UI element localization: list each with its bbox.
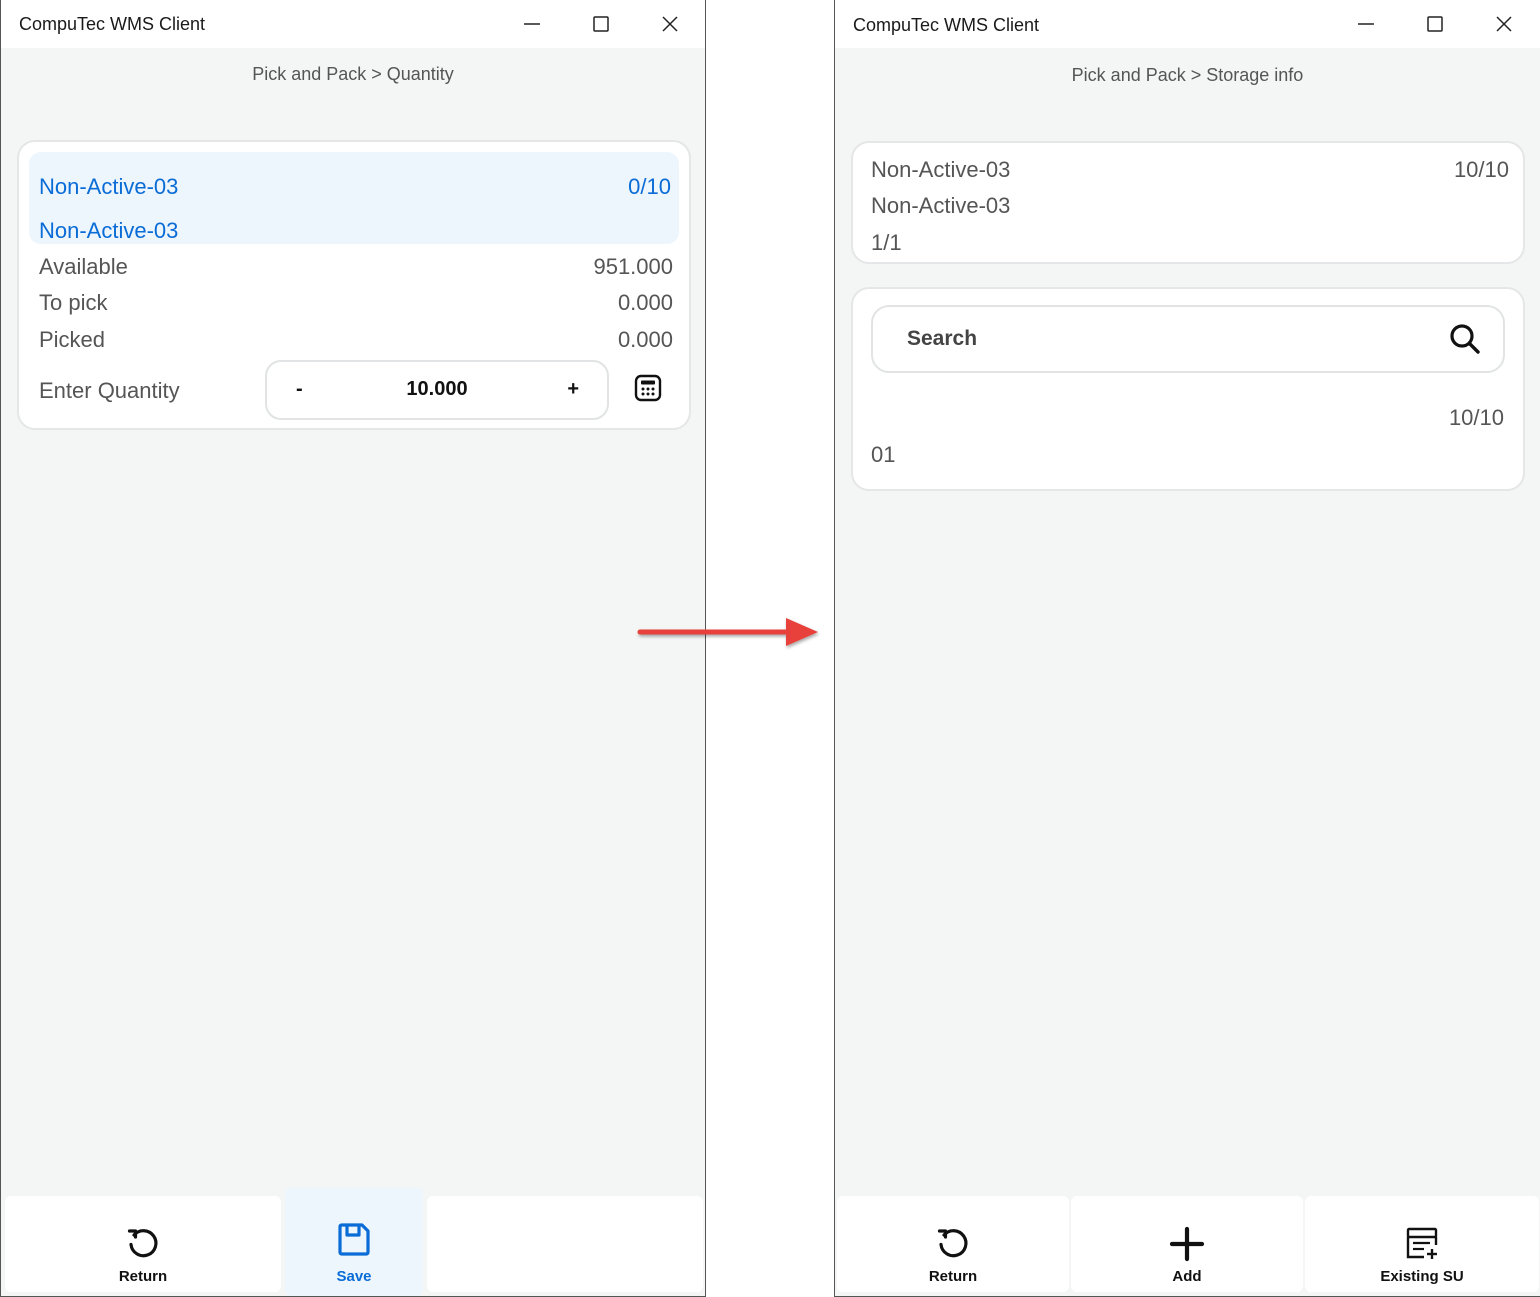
transition-arrow-icon bbox=[637, 618, 818, 646]
search-input[interactable]: Search bbox=[871, 305, 1505, 373]
return-label: Return bbox=[928, 1268, 978, 1285]
return-icon bbox=[937, 1229, 968, 1258]
item-page: 1/1 bbox=[871, 230, 902, 255]
plus-icon bbox=[1169, 1226, 1205, 1262]
return-button[interactable]: Return bbox=[5, 1196, 281, 1292]
item-header[interactable]: Non-Active-03 0/10 Non-Active-03 bbox=[29, 152, 679, 244]
return-icon bbox=[127, 1229, 158, 1258]
save-label: Save bbox=[336, 1268, 372, 1285]
item-counter: 10/10 bbox=[1453, 157, 1509, 182]
item-quantity-card: Non-Active-03 0/10 Non-Active-03 Availab… bbox=[17, 140, 691, 430]
available-label: Available bbox=[39, 254, 128, 279]
search-placeholder: Search bbox=[907, 327, 978, 350]
bottom-toolbar: Return Save bbox=[1, 1188, 705, 1296]
save-button[interactable]: Save bbox=[285, 1188, 423, 1296]
empty-toolbar-slot bbox=[427, 1196, 703, 1292]
increment-button[interactable]: + bbox=[567, 378, 579, 401]
window-title: CompuTec WMS Client bbox=[853, 15, 1040, 35]
breadcrumb: Pick and Pack > Quantity bbox=[252, 64, 454, 84]
return-label: Return bbox=[118, 1268, 168, 1285]
save-icon bbox=[338, 1223, 370, 1256]
add-label: Add bbox=[1172, 1268, 1202, 1285]
minimize-icon bbox=[1358, 23, 1374, 25]
storage-counter: 10/10 bbox=[1448, 405, 1504, 430]
close-icon bbox=[1496, 16, 1512, 32]
close-button[interactable] bbox=[1489, 10, 1519, 38]
available-value: 951.000 bbox=[593, 254, 673, 279]
maximize-button[interactable] bbox=[1420, 10, 1450, 38]
item-name: Non-Active-03 bbox=[871, 193, 1011, 218]
title-bar: CompuTec WMS Client bbox=[1, 0, 705, 48]
picked-label: Picked bbox=[39, 327, 106, 352]
item-summary-card[interactable]: Non-Active-03 10/10 Non-Active-03 1/1 bbox=[851, 141, 1525, 264]
storage-card: Search 10/10 01 bbox=[851, 287, 1525, 491]
add-button[interactable]: Add bbox=[1071, 1196, 1303, 1292]
minimize-icon bbox=[524, 23, 540, 25]
storage-info-window: CompuTec WMS Client Pick and Pack > Stor… bbox=[834, 0, 1540, 1297]
window-title: CompuTec WMS Client bbox=[19, 14, 206, 34]
return-button[interactable]: Return bbox=[837, 1196, 1069, 1292]
quantity-window: CompuTec WMS Client Pick and Pack > Quan… bbox=[0, 0, 706, 1297]
quantity-input[interactable]: 10.000 bbox=[267, 378, 607, 401]
close-button[interactable] bbox=[655, 10, 685, 38]
maximize-button[interactable] bbox=[586, 10, 616, 38]
search-icon[interactable] bbox=[1449, 323, 1481, 355]
maximize-icon bbox=[593, 16, 609, 32]
to-pick-value: 0.000 bbox=[617, 290, 673, 315]
enter-quantity-label: Enter Quantity bbox=[39, 378, 180, 403]
item-name: Non-Active-03 bbox=[39, 218, 179, 243]
existing-su-button[interactable]: Existing SU bbox=[1305, 1196, 1539, 1292]
existing-su-label: Existing SU bbox=[1380, 1268, 1464, 1285]
breadcrumb: Pick and Pack > Storage info bbox=[1071, 65, 1304, 85]
storage-unit-icon bbox=[1406, 1227, 1438, 1259]
picked-value: 0.000 bbox=[617, 327, 673, 352]
item-code: Non-Active-03 bbox=[871, 157, 1011, 182]
close-icon bbox=[662, 16, 678, 32]
title-bar: CompuTec WMS Client bbox=[835, 0, 1540, 48]
item-code: Non-Active-03 bbox=[39, 174, 179, 199]
minimize-button[interactable] bbox=[1351, 10, 1381, 38]
item-counter: 0/10 bbox=[628, 174, 671, 199]
quantity-stepper: - 10.000 + bbox=[265, 360, 609, 420]
bottom-toolbar: Return Add Existing SU bbox=[835, 1188, 1540, 1296]
minimize-button[interactable] bbox=[517, 10, 547, 38]
to-pick-label: To pick bbox=[39, 290, 108, 315]
calculator-icon[interactable] bbox=[634, 374, 662, 402]
maximize-icon bbox=[1427, 16, 1443, 32]
storage-id: 01 bbox=[871, 442, 896, 467]
